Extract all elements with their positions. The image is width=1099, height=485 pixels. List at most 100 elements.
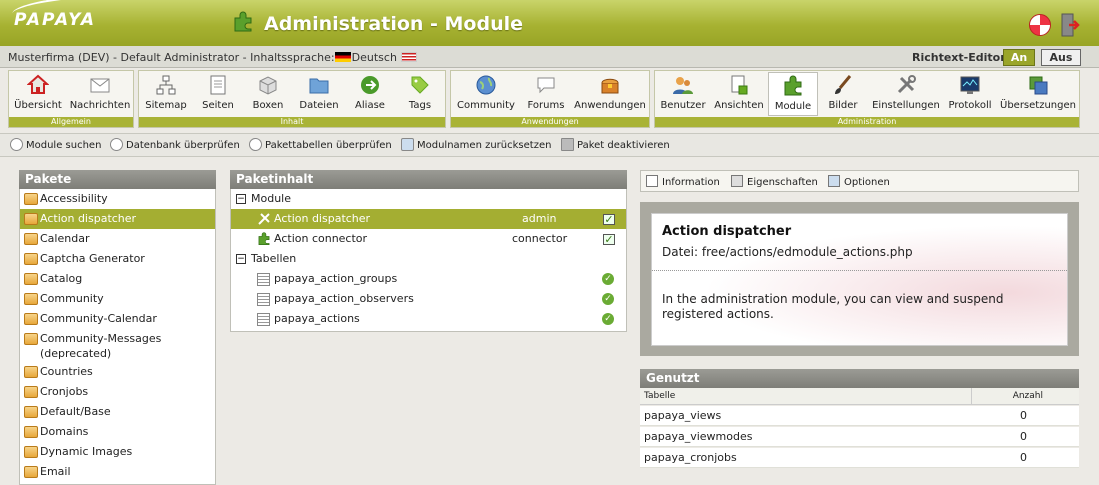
magnifier-icon (110, 138, 123, 151)
toolbar-images-button[interactable]: Bilder (820, 72, 866, 116)
tools-icon (258, 213, 270, 225)
module-info-file: Datei: free/actions/edmodule_actions.php (662, 245, 913, 259)
package-item[interactable]: Accessibility (20, 189, 215, 209)
table-row[interactable]: papaya_action_observers ✓ (231, 289, 626, 309)
check-ok-icon: ✓ (602, 273, 614, 285)
package-content-title: Paketinhalt (230, 170, 627, 189)
content-language[interactable]: Deutsch (352, 51, 397, 64)
deactivate-package-button[interactable]: Paket deaktivieren (561, 138, 670, 151)
table-row[interactable]: papaya_actions ✓ (231, 309, 626, 329)
module-row[interactable]: Action connector connector ✓ (231, 229, 626, 249)
package-icon (24, 273, 38, 285)
page-title: Administration - Module (264, 13, 524, 35)
tab-options[interactable]: Optionen (828, 175, 890, 188)
usage-col-count[interactable]: Anzahl (972, 388, 1079, 405)
search-modules-button[interactable]: Module suchen (10, 138, 101, 151)
check-package-tables-button[interactable]: Pakettabellen überprüfen (249, 138, 392, 151)
translation-cards-icon (1029, 76, 1048, 95)
toolbar-views-button[interactable]: Ansichten (712, 72, 766, 116)
toolbar-aliases-button[interactable]: Aliase (348, 72, 392, 116)
toolbar-translations-button[interactable]: Übersetzungen (998, 72, 1078, 116)
refresh-icon (401, 138, 414, 151)
package-item[interactable]: Countries (20, 362, 215, 382)
package-item[interactable]: Cronjobs (20, 382, 215, 402)
check-database-button[interactable]: Datenbank überprüfen (110, 138, 240, 151)
toolbar-modules-button[interactable]: Module (768, 72, 818, 116)
package-item[interactable]: Catalog (20, 269, 215, 289)
check-ok-icon: ✓ (602, 313, 614, 325)
toolbar-overview-button[interactable]: Übersicht (12, 72, 64, 116)
usage-col-table[interactable]: Tabelle (640, 388, 972, 405)
document-icon (646, 175, 658, 187)
collapse-icon[interactable]: − (236, 254, 246, 264)
help-icon[interactable] (1029, 14, 1051, 36)
options-icon (828, 175, 840, 187)
globe-icon (476, 75, 496, 95)
toolbar-forums-button[interactable]: Forums (524, 72, 568, 116)
reset-module-names-button[interactable]: Modulnamen zurücksetzen (401, 138, 551, 151)
module-active-checkbox[interactable]: ✓ (603, 234, 615, 245)
speech-bubble-icon (537, 77, 555, 94)
sitemap-icon (156, 75, 176, 95)
toolbar-applications-button[interactable]: Anwendungen (574, 72, 646, 116)
german-flag-icon[interactable] (334, 52, 351, 62)
package-item[interactable]: Community-Messages (deprecated) (20, 329, 215, 362)
toolbar-boxes-button[interactable]: Boxen (246, 72, 290, 116)
toolbar-community-button[interactable]: Community (454, 72, 518, 116)
monitor-chart-icon (960, 76, 980, 94)
us-flag-icon[interactable] (400, 52, 417, 62)
package-disable-icon (561, 138, 574, 151)
table-name: papaya_action_observers (274, 292, 414, 305)
toolbar-sitemap-button[interactable]: Sitemap (142, 72, 190, 116)
papaya-logo[interactable]: PAPAYA (11, 0, 96, 30)
tab-information[interactable]: Information (646, 175, 720, 188)
toolbar-tags-button[interactable]: Tags (398, 72, 442, 116)
package-icon (24, 293, 38, 305)
module-name: Action dispatcher (274, 212, 371, 225)
toolbar-messages-button[interactable]: Nachrichten (68, 72, 132, 116)
table-icon (257, 313, 270, 326)
package-icon (24, 333, 38, 345)
magnifier-icon (249, 138, 262, 151)
toolbar-users-button[interactable]: Benutzer (658, 72, 708, 116)
logout-icon[interactable] (1060, 13, 1080, 37)
table-icon (257, 273, 270, 286)
redirect-arrow-icon (361, 76, 379, 94)
package-item[interactable]: Domains (20, 422, 215, 442)
usage-row: papaya_cronjobs 0 (640, 448, 1079, 468)
module-info-description: In the administration module, you can vi… (662, 292, 1004, 321)
package-item[interactable]: Default/Base (20, 402, 215, 422)
module-row-selected[interactable]: Action dispatcher admin ✓ (231, 209, 626, 229)
toolbar-protocol-button[interactable]: Protokoll (944, 72, 996, 116)
package-item[interactable]: Captcha Generator (20, 249, 215, 269)
package-item[interactable]: Community (20, 289, 215, 309)
package-item[interactable]: Dynamic Images (20, 442, 215, 462)
module-name: Action connector (274, 232, 368, 245)
packages-panel-title: Pakete (19, 170, 216, 189)
package-item[interactable]: Email (20, 462, 215, 482)
package-icon (24, 426, 38, 438)
package-item[interactable]: Community-Calendar (20, 309, 215, 329)
toolbar-settings-button[interactable]: Einstellungen (872, 72, 940, 116)
page-icon (210, 75, 226, 95)
package-icon (24, 213, 38, 225)
package-item-selected[interactable]: Action dispatcher (20, 209, 215, 229)
table-name: papaya_actions (274, 312, 360, 325)
package-icon (24, 366, 38, 378)
richtext-on-button[interactable]: An (1003, 49, 1035, 66)
tab-properties[interactable]: Eigenschaften (731, 175, 818, 188)
modules-section[interactable]: − Module (231, 189, 626, 209)
toolbar-pages-button[interactable]: Seiten (196, 72, 240, 116)
module-active-checkbox[interactable]: ✓ (603, 214, 615, 225)
package-item[interactable]: Calendar (20, 229, 215, 249)
toolbar-files-button[interactable]: Dateien (296, 72, 342, 116)
richtext-off-button[interactable]: Aus (1041, 49, 1081, 66)
check-ok-icon: ✓ (602, 293, 614, 305)
table-row[interactable]: papaya_action_groups ✓ (231, 269, 626, 289)
tag-icon (411, 76, 429, 94)
tables-section[interactable]: − Tabellen (231, 249, 626, 269)
richtext-editor-label: Richtext-Editor (912, 51, 1006, 64)
user-info: Musterfirma (DEV) - Default Administrato… (8, 51, 417, 64)
magnifier-icon (10, 138, 23, 151)
collapse-icon[interactable]: − (236, 194, 246, 204)
